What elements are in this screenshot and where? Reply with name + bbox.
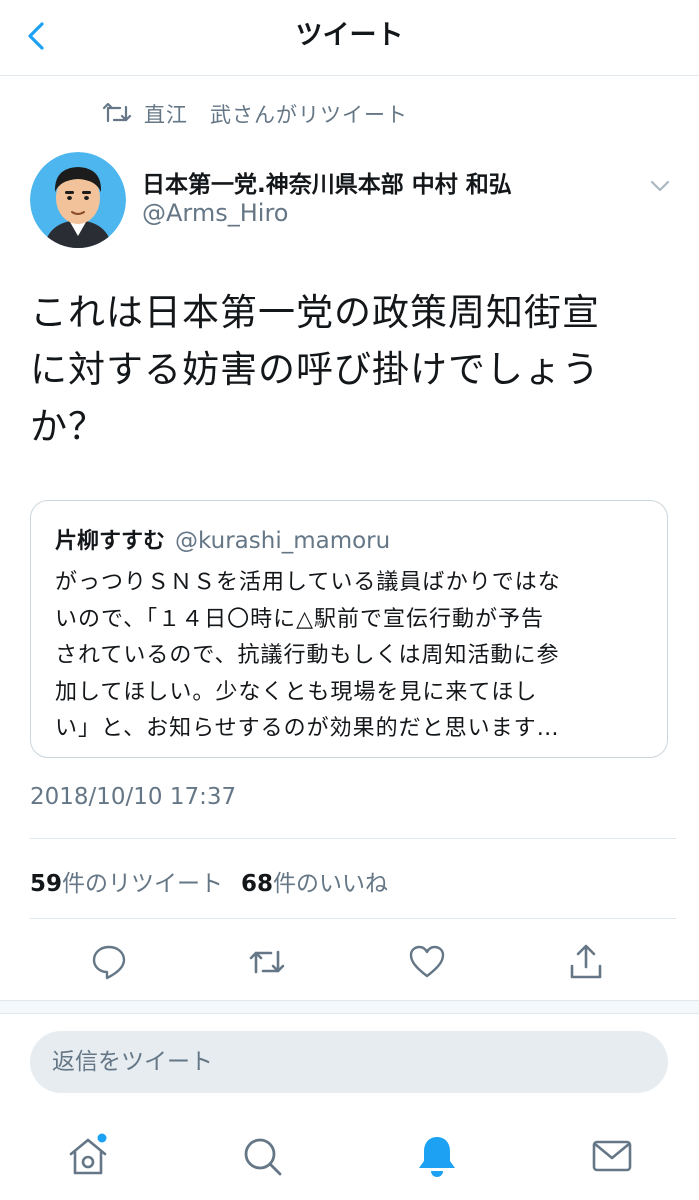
messages-icon[interactable] [588,1132,636,1180]
retweet-icon [102,102,132,126]
tweet-stats: 59件のリツイート 68件のいいね [30,864,406,898]
new-content-dot [97,1133,107,1143]
avatar[interactable] [30,152,126,248]
quoted-author-handle: @kurashi_mamoru [175,528,391,554]
notifications-icon[interactable] [413,1132,461,1180]
reply-input[interactable]: 返信をツイート [30,1031,668,1093]
quoted-text-line: い」と、お知らせするのが効果的だと思います… [55,716,560,741]
quoted-tweet[interactable]: 片柳すすむ @kurashi_mamoru がっつりＳＮＳを活用している議員ばかり… [30,500,668,758]
chevron-left-icon[interactable] [18,16,58,56]
top-bar: ツイート [0,0,699,76]
retweets-label: 件のリツイート [62,871,224,897]
tweet-text: これは日本第一党の政策周知街宣 に対する妨害の呼び掛けでしょう か？ [30,284,670,455]
likes-label: 件のいいね [273,871,389,897]
author-name[interactable]: 日本第一党.神奈川県本部 中村 和弘 [142,165,512,199]
divider [30,918,676,919]
page-title: ツイート [295,20,404,51]
tweet-text-line: か？ [30,405,106,448]
retweets-stat[interactable]: 59件のリツイート [30,864,223,898]
likes-stat[interactable]: 68件のいいね [241,864,388,898]
quoted-text-line: がっつりＳＮＳを活用している議員ばかりではな [55,570,561,595]
chevron-down-icon[interactable] [646,172,674,200]
tweet-text-line: これは日本第一党の政策周知街宣 [30,291,600,334]
divider [30,838,676,839]
reply-icon[interactable] [89,942,129,982]
search-icon[interactable] [238,1132,286,1180]
share-icon[interactable] [566,942,606,982]
home-icon[interactable] [64,1132,112,1180]
like-icon[interactable] [407,942,447,982]
tweet-timestamp: 2018/10/10 17:37 [30,784,237,810]
tweet-text-line: に対する妨害の呼び掛けでしょう [30,348,600,391]
retweet-icon[interactable] [247,942,287,982]
quoted-tweet-text: がっつりＳＮＳを活用している議員ばかりではな いので、「１４日〇時に△駅前で宣伝… [55,565,645,748]
section-separator [0,1000,699,1014]
quoted-text-line: されているので、抗議行動もしくは周知活動に参 [55,643,560,668]
quoted-text-line: いので、「１４日〇時に△駅前で宣伝行動が予告 [55,606,545,632]
author-handle[interactable]: @Arms_Hiro [142,199,288,227]
quoted-author-name: 片柳すすむ [55,529,166,554]
quoted-tweet-header: 片柳すすむ @kurashi_mamoru [55,523,390,555]
reply-placeholder: 返信をツイート [52,1049,213,1075]
likes-count: 68 [241,871,274,897]
retweet-context-text: 直江 武さんがリツイート [144,103,408,127]
retweets-count: 59 [30,871,63,897]
retweet-context[interactable]: 直江 武さんがリツイート [102,98,408,130]
quoted-text-line: 加してほしい。少なくとも現場を見に来てほし [55,679,538,705]
